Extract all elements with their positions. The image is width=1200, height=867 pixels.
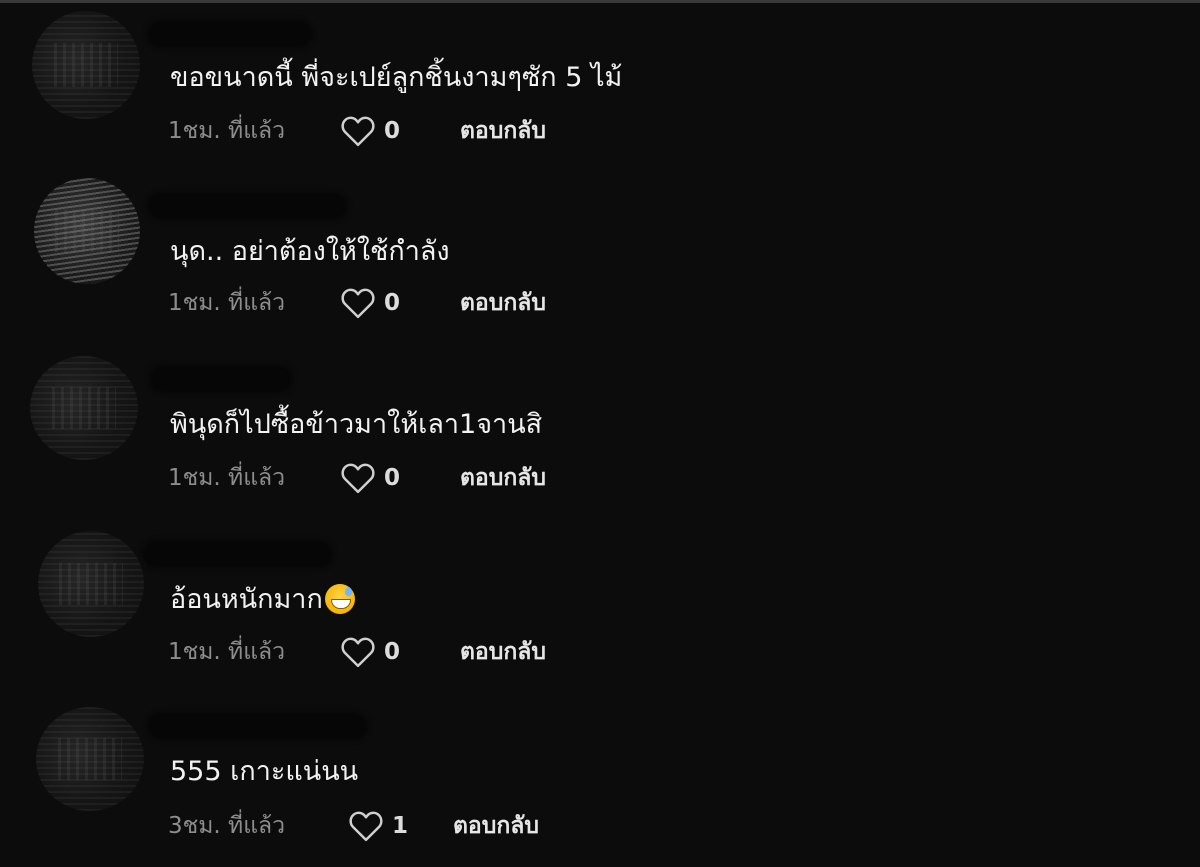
username-redacted[interactable] [152,368,290,390]
reply-button[interactable]: ตอบกลับ [453,808,539,844]
avatar[interactable] [36,707,144,811]
like-count: 0 [384,465,401,491]
comment-time: 1ชม. ที่แล้ว [168,118,286,144]
heart-icon [341,288,375,319]
comment-text: พินุดก็ไปซื้อข้าวมาให้เลา1จานสิ [170,409,543,440]
username-redacted[interactable] [150,195,345,217]
comment-text-content: อ้อนหนักมาก [170,584,323,615]
like-count: 0 [384,118,401,144]
comment-text: อ้อนหนักมาก [170,583,355,617]
comment-item: อ้อนหนักมาก 1ชม. ที่แล้ว 0 ตอบกลับ [0,523,1200,693]
comments-panel: ขอขนาดนี้ พี่จะเปย์ลูกชิ้นงามๆซัก 5 ไม้ … [0,0,1200,867]
avatar[interactable] [38,531,144,637]
comment-item: ขอขนาดนี้ พี่จะเปย์ลูกชิ้นงามๆซัก 5 ไม้ … [0,3,1200,173]
avatar[interactable] [32,11,140,119]
comment-time: 1ชม. ที่แล้ว [168,290,286,316]
avatar[interactable] [34,178,140,284]
comment-text: ขอขนาดนี้ พี่จะเปย์ลูกชิ้นงามๆซัก 5 ไม้ [170,62,623,93]
username-redacted[interactable] [145,543,330,565]
heart-icon [341,637,375,668]
heart-icon [349,811,383,842]
comment-time: 3ชม. ที่แล้ว [168,813,286,839]
reply-button[interactable]: ตอบกลับ [460,460,546,496]
comment-meta: 1ชม. ที่แล้ว 0 ตอบกลับ [168,115,546,147]
like-button[interactable]: 0 [340,462,460,494]
comment-item: นุด.. อย่าต้องให้ใช้กำลัง 1ชม. ที่แล้ว 0… [0,173,1200,343]
like-count: 0 [384,290,401,316]
heart-icon [341,116,375,147]
comment-time: 1ชม. ที่แล้ว [168,639,286,665]
grinning-face-with-sweat-icon [324,584,355,614]
reply-button[interactable]: ตอบกลับ [460,634,546,670]
like-button[interactable]: 0 [340,115,460,147]
comment-time: 1ชม. ที่แล้ว [168,465,286,491]
like-count: 1 [392,813,409,839]
like-count: 0 [384,639,401,665]
like-button[interactable]: 1 [348,810,453,842]
comment-meta: 1ชม. ที่แล้ว 0 ตอบกลับ [168,462,546,494]
heart-icon [341,463,375,494]
comment-meta: 1ชม. ที่แล้ว 0 ตอบกลับ [168,636,546,668]
comment-text: นุด.. อย่าต้องให้ใช้กำลัง [170,236,450,267]
username-redacted[interactable] [150,23,310,45]
like-button[interactable]: 0 [340,636,460,668]
reply-button[interactable]: ตอบกลับ [460,113,546,149]
comment-meta: 1ชม. ที่แล้ว 0 ตอบกลับ [168,287,546,319]
avatar[interactable] [30,356,138,460]
comment-item: พินุดก็ไปซื้อข้าวมาให้เลา1จานสิ 1ชม. ที่… [0,348,1200,518]
reply-button[interactable]: ตอบกลับ [460,285,546,321]
comment-item: 555 เกาะแน่นน 3ชม. ที่แล้ว 1 ตอบกลับ [0,700,1200,867]
comment-text: 555 เกาะแน่นน [170,756,359,787]
like-button[interactable]: 0 [340,287,460,319]
username-redacted[interactable] [150,715,365,737]
comment-meta: 3ชม. ที่แล้ว 1 ตอบกลับ [168,810,539,842]
